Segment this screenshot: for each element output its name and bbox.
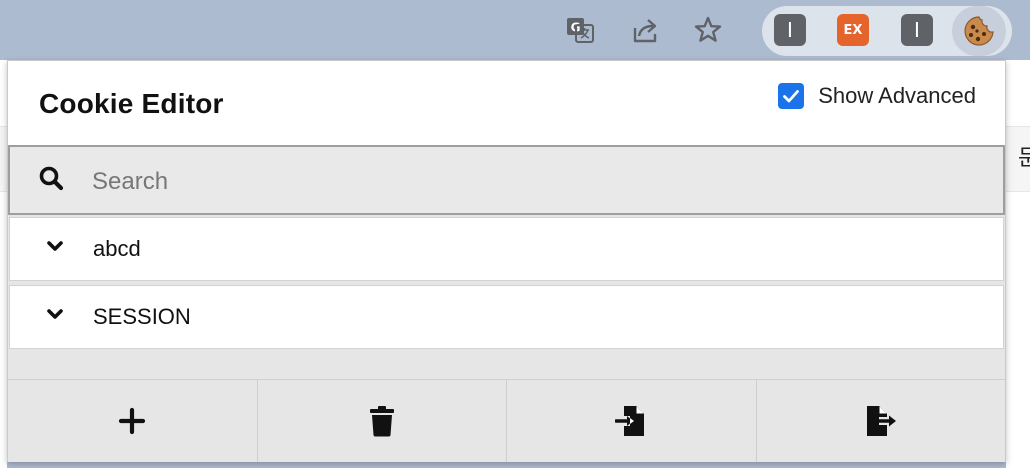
plus-icon [119, 407, 146, 435]
popup-title: Cookie Editor [39, 88, 224, 119]
cookie-editor-extension[interactable] [952, 6, 1006, 56]
chevron-down-icon[interactable] [46, 240, 64, 259]
cookie-row-session[interactable]: SESSION [9, 285, 1004, 349]
show-advanced-toggle[interactable]: Show Advanced [778, 83, 976, 109]
cookie-row-abcd[interactable]: abcd [9, 217, 1004, 281]
cookie-name: abcd [93, 236, 141, 261]
extension-i-1-label: I [787, 18, 793, 42]
cookie-list: abcd SESSION [8, 215, 1005, 379]
file-export-icon [866, 406, 896, 436]
checkmark-icon [783, 90, 800, 103]
share-icon[interactable] [627, 12, 663, 48]
chevron-down-icon[interactable] [46, 308, 64, 327]
search-bar [8, 145, 1005, 215]
search-input[interactable] [90, 159, 974, 205]
bookmark-star-icon[interactable] [690, 12, 726, 48]
background-page-left [0, 60, 7, 468]
background-page-strip [0, 126, 7, 192]
background-page-glyph: 문 [1018, 146, 1030, 171]
trash-icon [369, 406, 394, 437]
extension-i-2-label: I [914, 18, 920, 42]
popup-footer [8, 379, 1005, 462]
file-import-icon [615, 406, 645, 436]
extension-ex[interactable]: EX [837, 14, 869, 46]
cookie-editor-popup: Cookie Editor Show Advanced Search abcd … [7, 60, 1006, 462]
delete-all-button[interactable] [258, 380, 507, 462]
export-button[interactable] [757, 380, 1006, 462]
extension-i-2[interactable]: I [901, 14, 933, 46]
background-page-right: 문 [1006, 60, 1030, 468]
extension-i-1[interactable]: I [774, 14, 806, 46]
browser-toolbar: G I EX I [0, 0, 1030, 60]
popup-header: Cookie Editor Show Advanced [8, 61, 1005, 145]
search-icon [38, 165, 66, 198]
cookie-icon [964, 16, 994, 46]
cookie-name: SESSION [93, 304, 191, 329]
translate-icon[interactable]: G [562, 12, 598, 48]
extension-ex-label: EX [843, 22, 863, 38]
show-advanced-label: Show Advanced [818, 83, 976, 108]
import-button[interactable] [507, 380, 757, 462]
add-cookie-button[interactable] [8, 380, 258, 462]
show-advanced-checkbox[interactable] [778, 83, 805, 109]
